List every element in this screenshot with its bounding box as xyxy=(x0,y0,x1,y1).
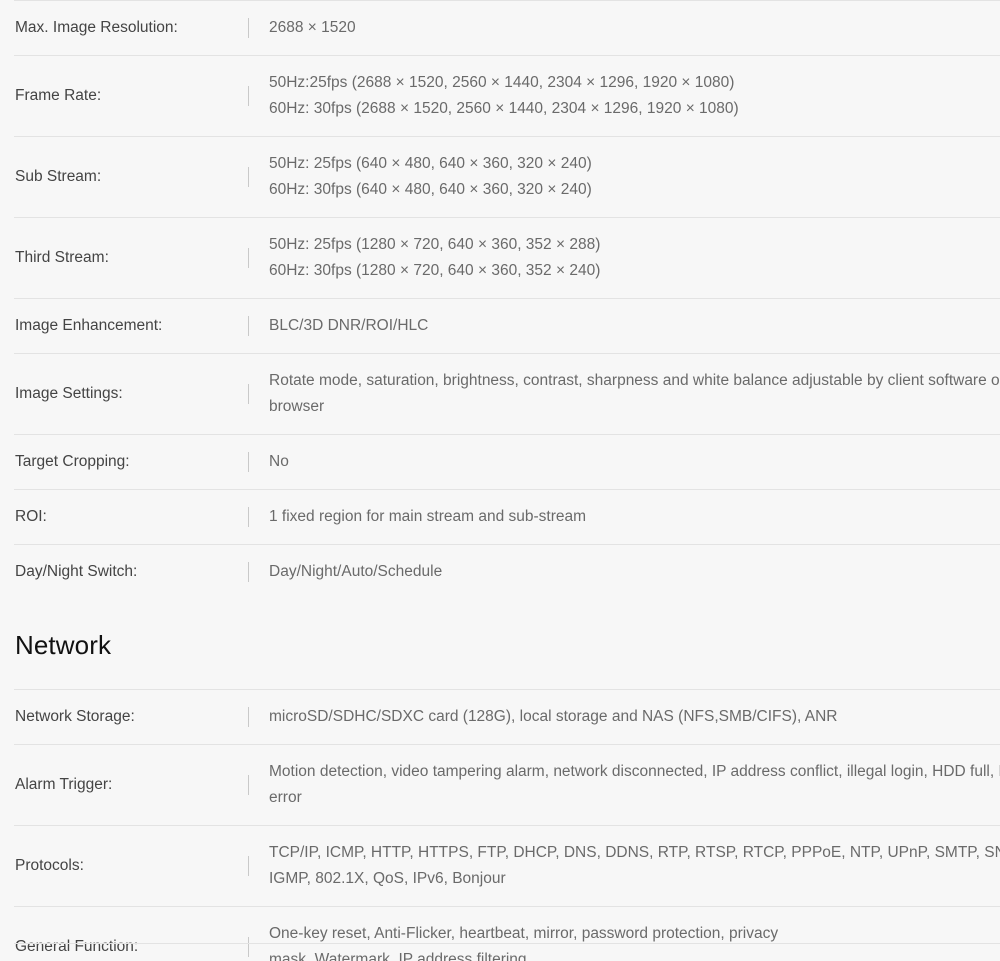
table-row: Alarm Trigger: Motion detection, video t… xyxy=(14,744,1000,826)
table-row: General Function: One-key reset, Anti-Fl… xyxy=(14,906,1000,961)
spec-label: ROI: xyxy=(14,489,248,545)
spec-value-line: 1 fixed region for main stream and sub-s… xyxy=(269,508,587,525)
spec-label: Alarm Trigger: xyxy=(14,744,248,826)
spec-label: Sub Stream: xyxy=(14,136,248,218)
table-row: Image Enhancement: BLC/3D DNR/ROI/HLC xyxy=(14,298,1000,354)
spec-value-line: 60Hz: 30fps (2688 × 1520, 2560 × 1440, 2… xyxy=(269,100,739,117)
spec-value-line: 60Hz: 30fps (1280 × 720, 640 × 360, 352 … xyxy=(269,262,601,279)
spec-label: Frame Rate: xyxy=(14,55,248,137)
table-row: Protocols: TCP/IP, ICMP, HTTP, HTTPS, FT… xyxy=(14,825,1000,907)
spec-label: Target Cropping: xyxy=(14,434,248,490)
spec-value-line: 60Hz: 30fps (640 × 480, 640 × 360, 320 ×… xyxy=(269,181,592,198)
specification-page: Max. Image Resolution: 2688 × 1520 Frame… xyxy=(0,0,1000,961)
spec-value: Day/Night/Auto/Schedule xyxy=(248,544,1000,599)
spec-label: General Function: xyxy=(14,906,248,961)
spec-value: Motion detection, video tampering alarm,… xyxy=(248,744,1000,826)
spec-value-line: 2688 × 1520 xyxy=(269,19,356,36)
table-row: Third Stream: 50Hz: 25fps (1280 × 720, 6… xyxy=(14,217,1000,299)
network-spec-body: Network Storage: microSD/SDHC/SDXC card … xyxy=(14,689,1000,961)
spec-value-line: error xyxy=(269,789,302,806)
spec-value: Rotate mode, saturation, brightness, con… xyxy=(248,353,1000,435)
table-row: ROI: 1 fixed region for main stream and … xyxy=(14,489,1000,545)
table-row: Image Settings: Rotate mode, saturation,… xyxy=(14,353,1000,435)
table-row: Day/Night Switch: Day/Night/Auto/Schedul… xyxy=(14,544,1000,599)
spec-value-line: Motion detection, video tampering alarm,… xyxy=(269,763,1000,780)
spec-value: 2688 × 1520 xyxy=(248,0,1000,56)
table-row: Frame Rate: 50Hz:25fps (2688 × 1520, 256… xyxy=(14,55,1000,137)
spec-label: Day/Night Switch: xyxy=(14,544,248,599)
spec-label: Max. Image Resolution: xyxy=(14,0,248,56)
spec-value-line: TCP/IP, ICMP, HTTP, HTTPS, FTP, DHCP, DN… xyxy=(269,844,1000,861)
spec-value-line: Rotate mode, saturation, brightness, con… xyxy=(269,372,1000,389)
spec-label: Network Storage: xyxy=(14,689,248,745)
bottom-divider xyxy=(14,943,1000,944)
spec-label: Third Stream: xyxy=(14,217,248,299)
spec-value-line: mask, Watermark, IP address filtering xyxy=(269,951,527,961)
table-row: Max. Image Resolution: 2688 × 1520 xyxy=(14,0,1000,56)
spec-value: 1 fixed region for main stream and sub-s… xyxy=(248,489,1000,545)
spec-label: Protocols: xyxy=(14,825,248,907)
section-heading-network: Network xyxy=(15,630,112,660)
image-spec-table: Max. Image Resolution: 2688 × 1520 Frame… xyxy=(14,0,1000,599)
spec-value: 50Hz:25fps (2688 × 1520, 2560 × 1440, 23… xyxy=(248,55,1000,137)
spec-value: 50Hz: 25fps (640 × 480, 640 × 360, 320 ×… xyxy=(248,136,1000,218)
table-row: Sub Stream: 50Hz: 25fps (640 × 480, 640 … xyxy=(14,136,1000,218)
spec-value: One-key reset, Anti-Flicker, heartbeat, … xyxy=(248,906,1000,961)
spec-value: microSD/SDHC/SDXC card (128G), local sto… xyxy=(248,689,1000,745)
spec-label: Image Enhancement: xyxy=(14,298,248,354)
spec-value-line: No xyxy=(269,453,289,470)
spec-value-line: Day/Night/Auto/Schedule xyxy=(269,563,443,580)
spec-value: 50Hz: 25fps (1280 × 720, 640 × 360, 352 … xyxy=(248,217,1000,299)
spec-value: BLC/3D DNR/ROI/HLC xyxy=(248,298,1000,354)
spec-value-line: 50Hz: 25fps (1280 × 720, 640 × 360, 352 … xyxy=(269,236,601,253)
spec-value-line: 50Hz:25fps (2688 × 1520, 2560 × 1440, 23… xyxy=(269,74,735,91)
spec-value: No xyxy=(248,434,1000,490)
table-row: Network Storage: microSD/SDHC/SDXC card … xyxy=(14,689,1000,745)
spec-value-line: BLC/3D DNR/ROI/HLC xyxy=(269,317,429,334)
spec-value-line: 50Hz: 25fps (640 × 480, 640 × 360, 320 ×… xyxy=(269,155,592,172)
table-row: Target Cropping: No xyxy=(14,434,1000,490)
network-spec-table: Network Storage: microSD/SDHC/SDXC card … xyxy=(14,689,1000,961)
spec-value: TCP/IP, ICMP, HTTP, HTTPS, FTP, DHCP, DN… xyxy=(248,825,1000,907)
spec-value-line: IGMP, 802.1X, QoS, IPv6, Bonjour xyxy=(269,870,506,887)
spec-label: Image Settings: xyxy=(14,353,248,435)
spec-value-line: microSD/SDHC/SDXC card (128G), local sto… xyxy=(269,708,838,725)
spec-value-line: browser xyxy=(269,398,325,415)
image-spec-body: Max. Image Resolution: 2688 × 1520 Frame… xyxy=(14,0,1000,599)
specification-content: Max. Image Resolution: 2688 × 1520 Frame… xyxy=(0,0,1000,961)
